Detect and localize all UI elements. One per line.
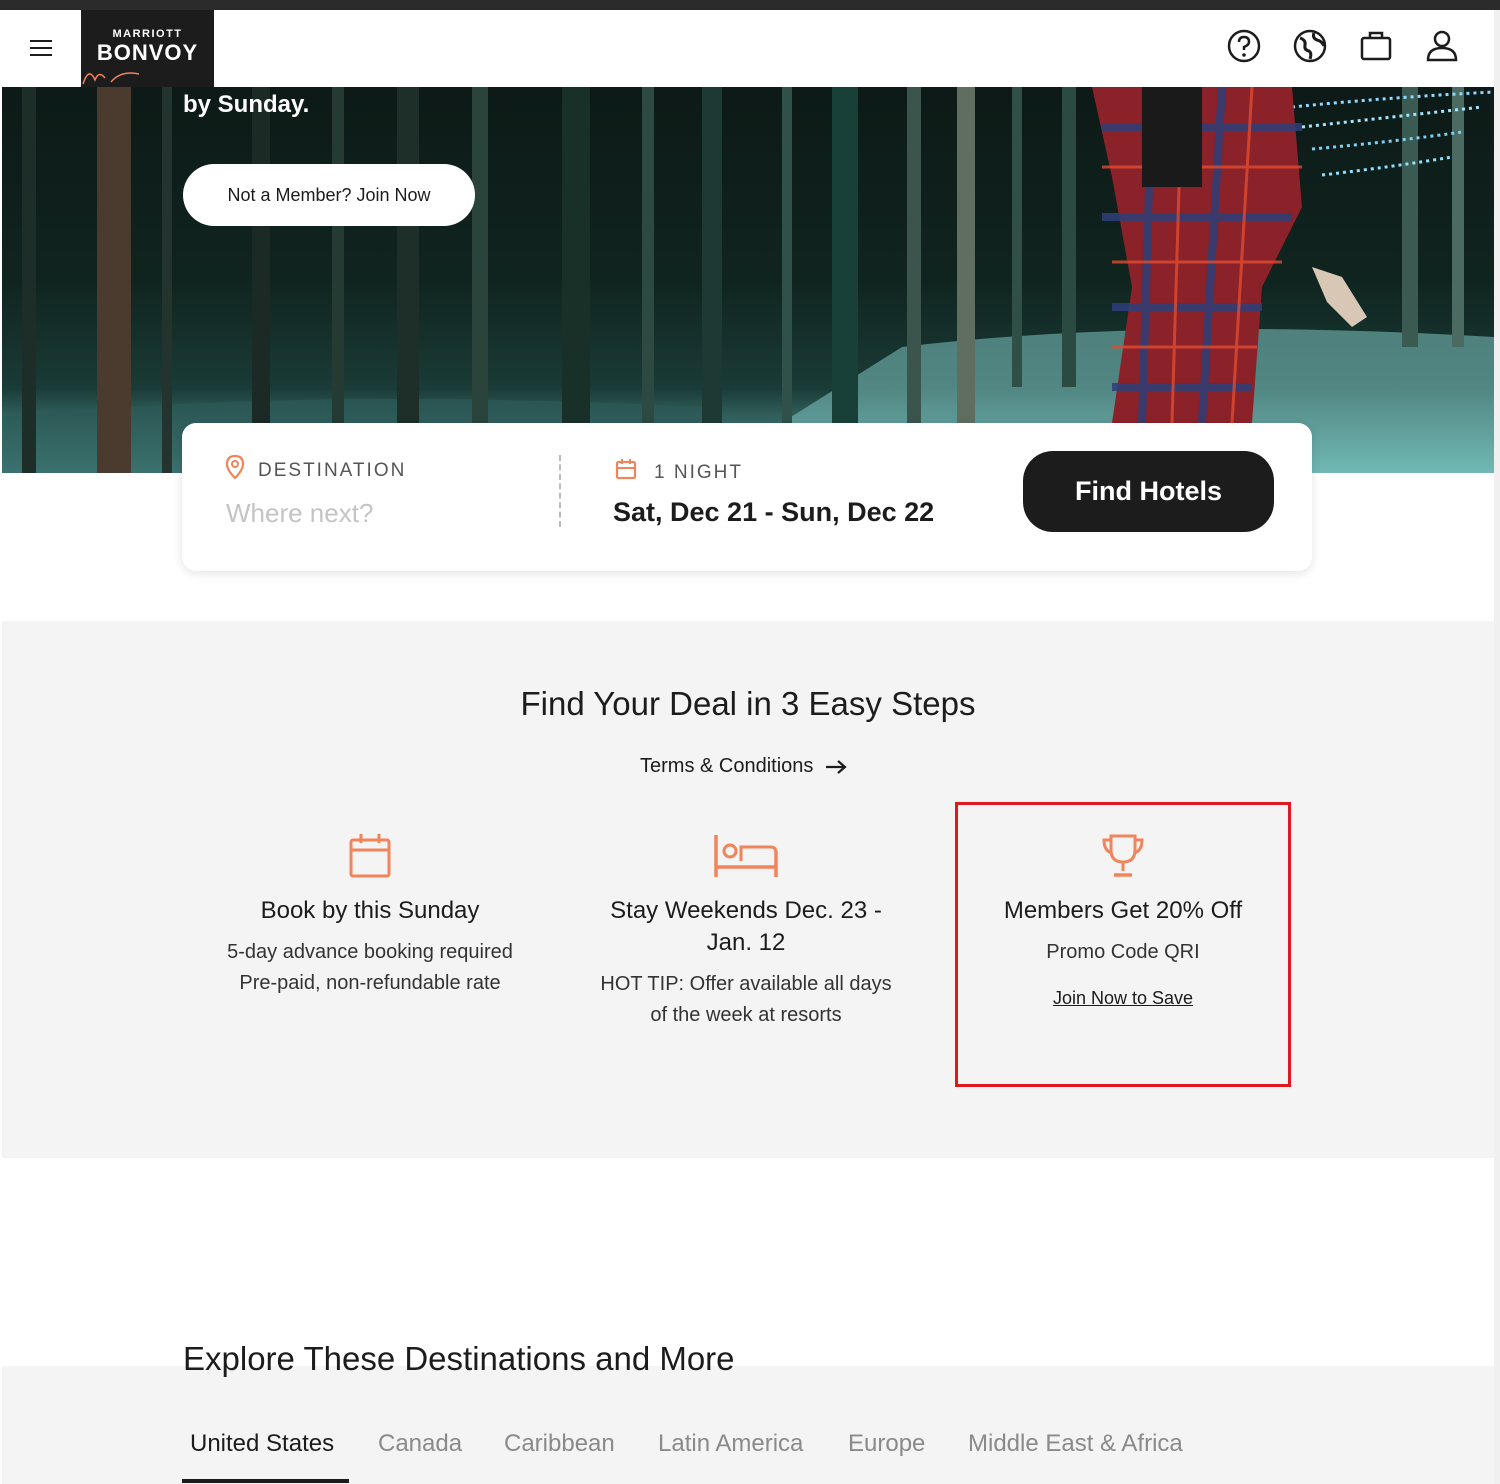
top-strip bbox=[0, 0, 1500, 10]
terms-conditions-link[interactable]: Terms & Conditions bbox=[640, 755, 847, 778]
hero-banner: by Sunday. Not a Member? Join Now bbox=[2, 87, 1494, 473]
menu-icon[interactable] bbox=[30, 40, 52, 58]
calendar-small-icon bbox=[615, 459, 637, 480]
marriott-bonvoy-logo[interactable]: MARRIOTT BONVOY bbox=[81, 10, 214, 87]
page-scrollbar-track[interactable] bbox=[1494, 10, 1500, 1484]
search-divider bbox=[559, 455, 561, 527]
globe-icon[interactable] bbox=[1292, 28, 1328, 64]
step-description: HOT TIP: Offer available all days of the… bbox=[600, 973, 892, 1026]
step-description: 5-day advance booking required Pre-paid,… bbox=[227, 941, 513, 994]
step-title: Stay Weekends Dec. 23 - Jan. 12 bbox=[610, 897, 882, 956]
steps-title: Find Your Deal in 3 Easy Steps bbox=[520, 685, 976, 722]
hero-forest-image bbox=[2, 87, 1494, 473]
destination-input[interactable] bbox=[226, 493, 526, 533]
explore-section bbox=[2, 1366, 1494, 1484]
terms-label: Terms & Conditions bbox=[640, 755, 814, 777]
tab-united-states[interactable]: United States bbox=[190, 1430, 334, 1458]
suitcase-icon[interactable] bbox=[1358, 28, 1394, 64]
account-icon[interactable] bbox=[1424, 28, 1460, 64]
tab-europe[interactable]: Europe bbox=[848, 1430, 925, 1458]
active-tab-indicator bbox=[182, 1479, 349, 1483]
join-now-button[interactable]: Not a Member? Join Now bbox=[183, 164, 475, 226]
step-stay: Stay Weekends Dec. 23 - Jan. 12 HOT TIP:… bbox=[596, 833, 896, 1031]
bed-icon bbox=[714, 835, 778, 877]
tab-middle-east-africa[interactable]: Middle East & Africa bbox=[968, 1430, 1183, 1458]
step-book: Book by this Sunday 5-day advance bookin… bbox=[220, 833, 520, 999]
location-pin-icon bbox=[225, 454, 245, 480]
tab-canada[interactable]: Canada bbox=[378, 1430, 462, 1458]
arrow-right-icon bbox=[825, 759, 847, 774]
highlight-box bbox=[955, 802, 1291, 1087]
explore-title: Explore These Destinations and More bbox=[183, 1340, 735, 1377]
tab-caribbean[interactable]: Caribbean bbox=[504, 1430, 615, 1458]
logo-brand-top: MARRIOTT bbox=[112, 28, 183, 40]
date-range-selector[interactable]: Sat, Dec 21 - Sun, Dec 22 bbox=[613, 497, 934, 528]
nights-label: 1 NIGHT bbox=[654, 462, 743, 483]
tab-latin-america[interactable]: Latin America bbox=[658, 1430, 803, 1458]
logo-script-mark bbox=[82, 72, 140, 85]
step-title: Book by this Sunday bbox=[260, 897, 480, 924]
help-icon[interactable] bbox=[1226, 28, 1262, 64]
search-card: DESTINATION 1 NIGHT Sat, Dec 21 - Sun, D… bbox=[182, 423, 1312, 571]
calendar-icon bbox=[349, 834, 391, 878]
site-header: MARRIOTT BONVOY bbox=[2, 10, 1494, 87]
hero-heading: by Sunday. bbox=[183, 91, 310, 118]
destination-label: DESTINATION bbox=[258, 460, 407, 481]
steps-section: Find Your Deal in 3 Easy Steps Terms & C… bbox=[2, 621, 1494, 1158]
find-hotels-button[interactable]: Find Hotels bbox=[1023, 451, 1274, 532]
